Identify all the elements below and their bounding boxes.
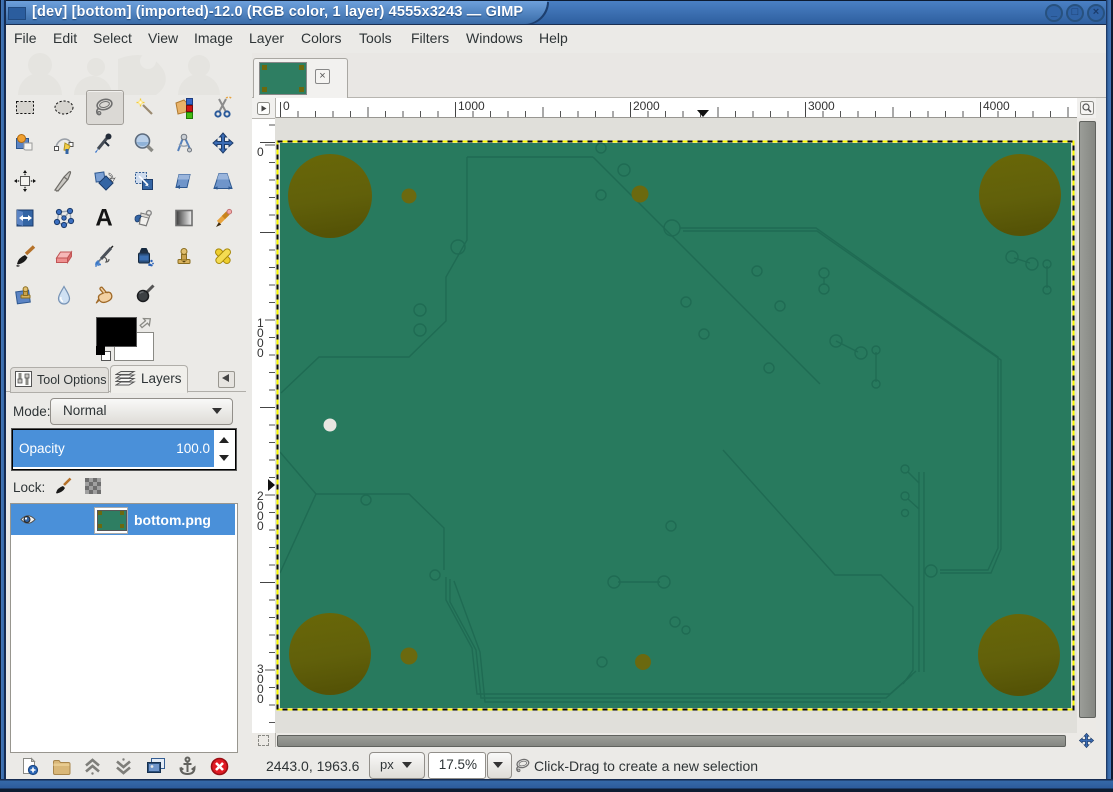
svg-text:A: A [95,206,112,230]
